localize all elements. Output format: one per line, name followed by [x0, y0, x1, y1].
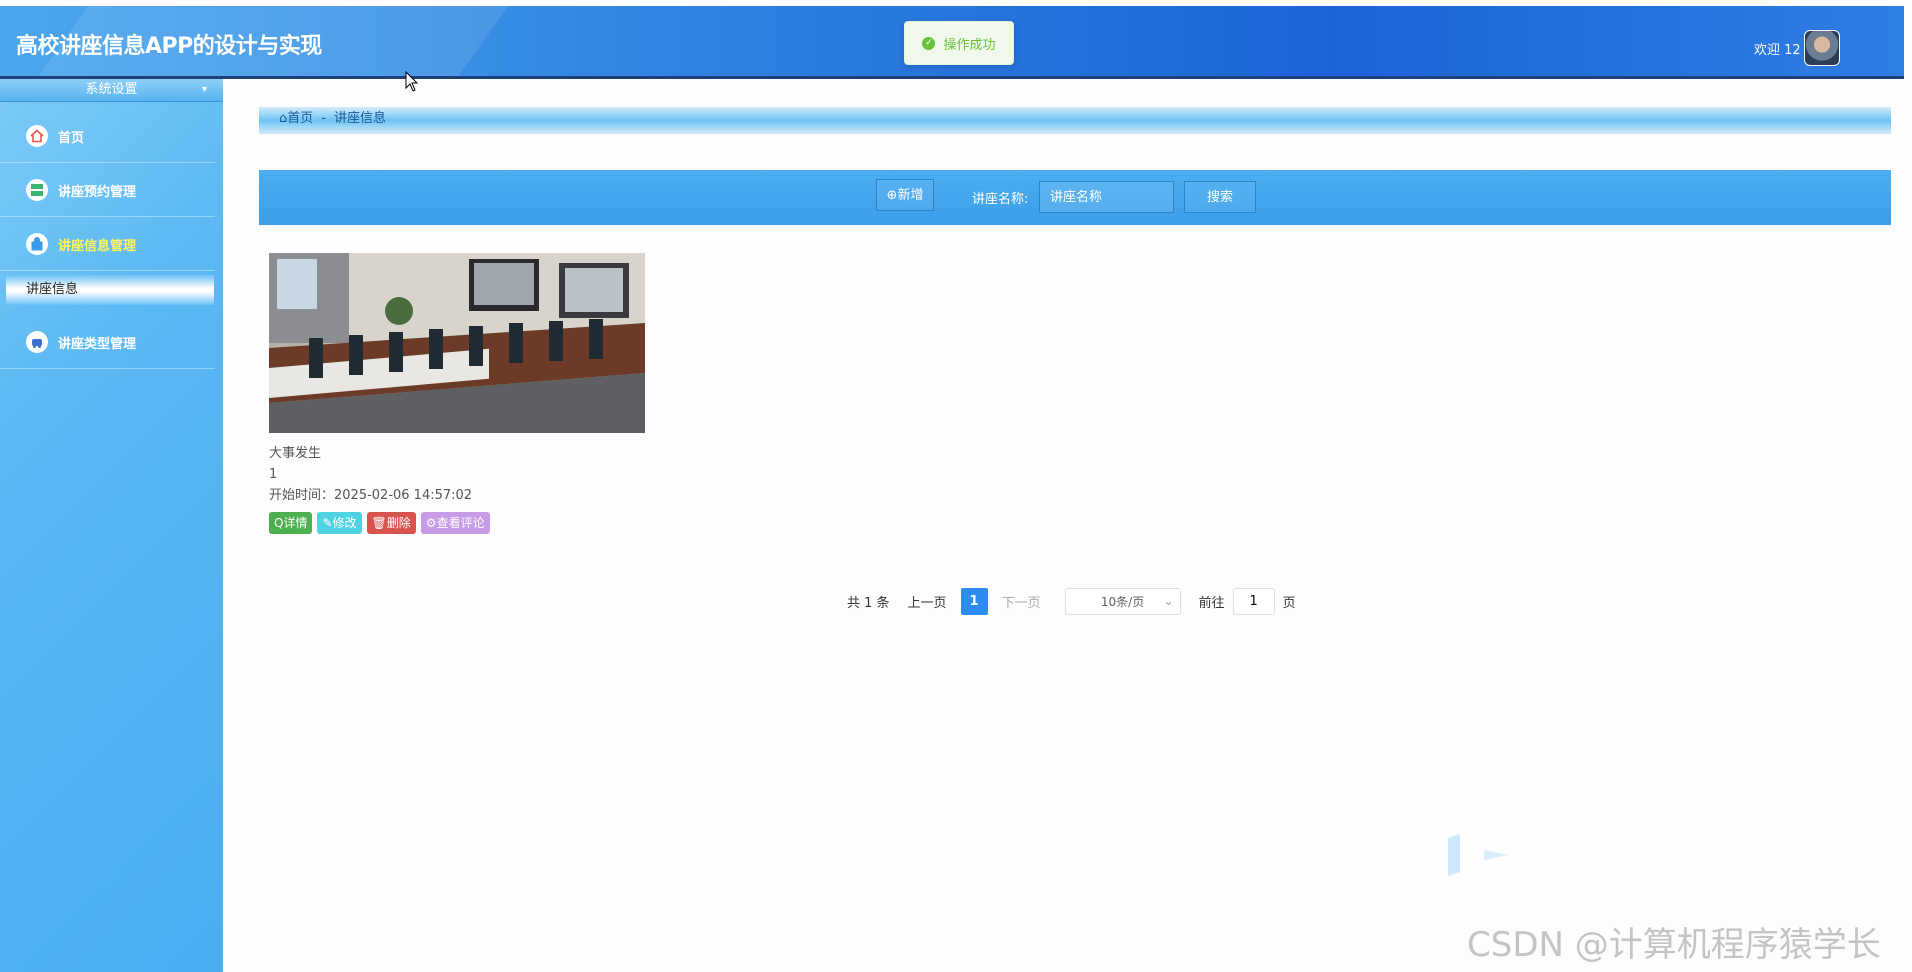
trash-icon: 🗑: [371, 516, 387, 530]
lecture-card: 大事发生 1 开始时间：2025-02-06 14:57:02 Q详情 ✎修改 …: [269, 253, 645, 534]
sidebar-item-home[interactable]: 首页: [0, 110, 215, 163]
sidebar-item-lecture-type[interactable]: 讲座类型管理: [0, 316, 215, 369]
home-icon: [26, 125, 48, 147]
edit-label: 修改: [332, 516, 357, 530]
card-title: 大事发生: [269, 446, 322, 461]
view-comments-button[interactable]: ⚙查看评论: [420, 512, 490, 534]
page-number-current[interactable]: 1: [960, 587, 988, 615]
lecture-image[interactable]: [269, 253, 645, 433]
welcome-text: 欢迎 12: [1754, 43, 1801, 58]
comments-label: 查看评论: [436, 516, 485, 530]
check-circle-icon: ✓: [922, 36, 936, 50]
sidebar-item-lecture-info[interactable]: 讲座信息管理: [0, 218, 215, 271]
sidebar-item-label: 讲座预约管理: [58, 184, 137, 200]
search-toolbar: ⊕新增 讲座名称: 搜索: [259, 170, 1891, 225]
watermark: CSDN @计算机程序猿学长: [1467, 925, 1881, 965]
goto-label: 前往: [1198, 595, 1225, 611]
prev-page-button[interactable]: 上一页: [908, 592, 947, 611]
card-number: 1: [269, 467, 278, 482]
edit-button[interactable]: ✎修改: [317, 512, 362, 534]
next-page-button[interactable]: 下一页: [1002, 592, 1041, 611]
breadcrumb-separator: -: [321, 111, 326, 126]
add-button[interactable]: ⊕新增: [876, 179, 934, 211]
gear-icon: ⚙: [425, 516, 437, 530]
breadcrumb: ⌂首页 - 讲座信息: [259, 107, 1891, 134]
delete-label: 删除: [386, 516, 411, 530]
page-suffix: 页: [1282, 595, 1296, 611]
page-size-select[interactable]: 10条/页 ⌄: [1064, 587, 1181, 615]
sidebar-item-label: 讲座类型管理: [58, 336, 137, 352]
sidebar: 系统设置 ▾ 首页 讲座预约管理 讲座信息管理 讲座信息 讲座类型管理: [0, 79, 223, 972]
grid-icon: [26, 179, 48, 201]
pagination-total: 共 1 条: [847, 595, 890, 611]
detail-button[interactable]: Q详情: [269, 512, 313, 534]
bag-icon: [26, 233, 48, 255]
goto-page-input[interactable]: [1232, 587, 1275, 615]
breadcrumb-home[interactable]: 首页: [287, 111, 313, 126]
toast-message: 操作成功: [943, 37, 996, 53]
search-button[interactable]: 搜索: [1184, 181, 1256, 213]
avatar[interactable]: [1804, 30, 1840, 66]
sidebar-item-booking[interactable]: 讲座预约管理: [0, 164, 215, 217]
detail-label: 详情: [283, 516, 308, 530]
page-size-value: 10条/页: [1100, 594, 1145, 609]
caret-down-icon[interactable]: ▾: [202, 79, 207, 101]
success-toast: ✓ 操作成功: [904, 21, 1014, 65]
delete-button[interactable]: 🗑删除: [366, 512, 416, 534]
decorative-logo: [1448, 834, 1508, 876]
sidebar-item-label: 讲座信息管理: [58, 238, 137, 254]
submenu-item-lecture-info[interactable]: 讲座信息: [6, 275, 214, 305]
pagination: 共 1 条 上一页 1 下一页 10条/页 ⌄ 前往 页: [847, 587, 1296, 615]
mouse-cursor-icon: [405, 71, 419, 92]
sidebar-item-label: 首页: [58, 130, 85, 146]
breadcrumb-current: 讲座信息: [333, 111, 386, 126]
card-start-time: 开始时间：2025-02-06 14:57:02: [269, 488, 473, 503]
sidebar-header[interactable]: 系统设置 ▾: [0, 79, 223, 102]
car-icon: [26, 331, 48, 353]
search-input[interactable]: [1039, 181, 1174, 213]
app-title: 高校讲座信息APP的设计与实现: [16, 34, 322, 59]
pencil-icon: ✎: [322, 516, 333, 530]
sidebar-title: 系统设置: [85, 82, 138, 97]
search-label: 讲座名称:: [972, 192, 1029, 207]
chevron-down-icon: ⌄: [1163, 594, 1174, 608]
